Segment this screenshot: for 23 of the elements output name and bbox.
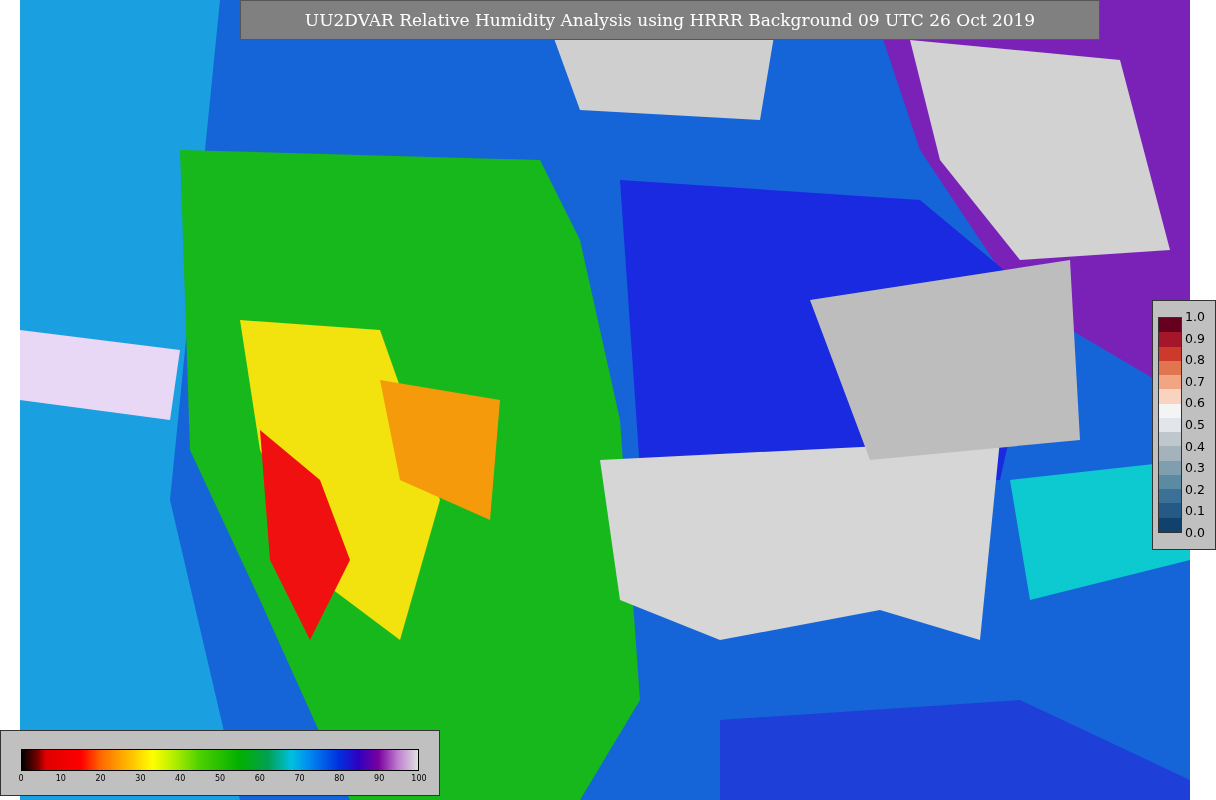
tick-label: 0.9 — [1185, 331, 1205, 346]
tick-label: 0.5 — [1185, 417, 1205, 432]
tick-label: 10 — [54, 774, 67, 783]
tick-label: 0.7 — [1185, 374, 1205, 389]
tick-label: 1.0 — [1185, 310, 1205, 324]
tick-label: 0 — [17, 774, 25, 783]
tick-label: 20 — [94, 774, 107, 783]
tick-label: 0.6 — [1185, 396, 1205, 411]
tick-label: 30 — [134, 774, 147, 783]
tick-label: 90 — [373, 774, 386, 783]
tick-label: 0.4 — [1185, 439, 1205, 454]
tick-label: 0.8 — [1185, 353, 1205, 368]
tick-label: 80 — [333, 774, 346, 783]
tick-label: 0.0 — [1185, 525, 1205, 540]
map-title: UU2DVAR Relative Humidity Analysis using HRRR Background 09 UTC 26 Oct 2019 — [240, 0, 1100, 40]
tick-label: 0.1 — [1185, 504, 1205, 519]
tick-label: 40 — [174, 774, 187, 783]
tick-label: 0.2 — [1185, 482, 1205, 497]
tick-label: 50 — [213, 774, 227, 783]
tick-label: 100 — [410, 774, 427, 783]
tick-label: 70 — [293, 774, 306, 783]
tick-label: 60 — [253, 774, 266, 783]
tick-label: 0.3 — [1185, 461, 1205, 476]
